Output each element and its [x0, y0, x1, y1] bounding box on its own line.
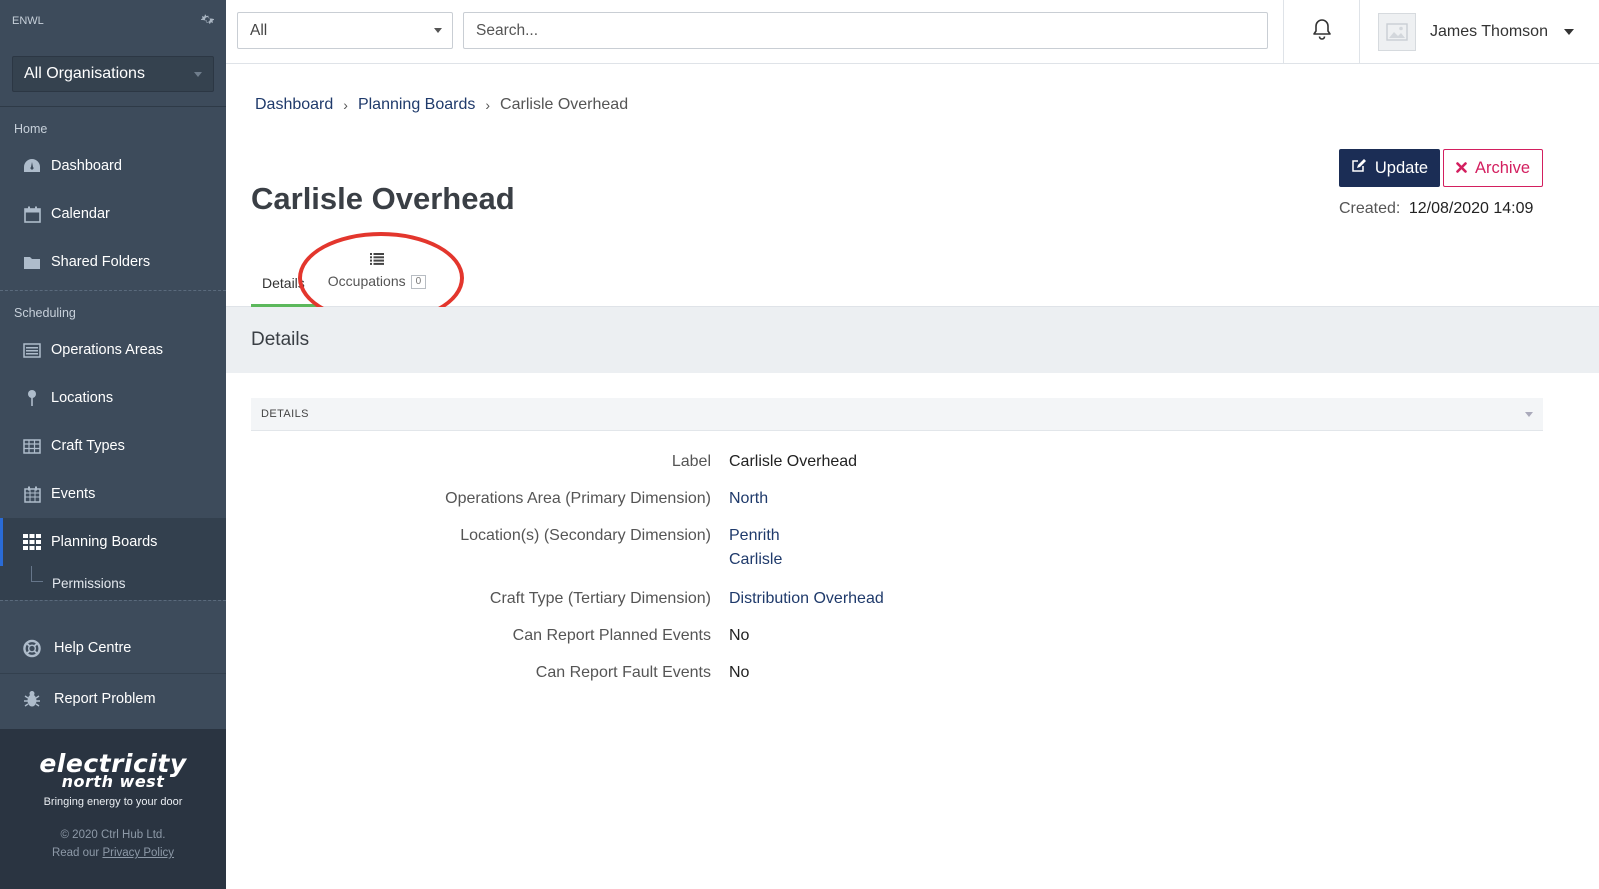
sidebar-item-label: Craft Types — [51, 438, 125, 454]
archive-button[interactable]: Archive — [1443, 149, 1543, 187]
tree-connector — [31, 566, 43, 582]
created-value: 12/08/2020 14:09 — [1408, 200, 1534, 217]
sidebar-item-label: Calendar — [51, 206, 110, 222]
bug-icon — [23, 690, 41, 708]
close-icon — [1456, 159, 1467, 178]
sidebar-item-label: Dashboard — [51, 158, 122, 174]
operations-area-link[interactable]: North — [729, 490, 768, 508]
page-title: Carlisle Overhead — [251, 181, 515, 216]
update-button[interactable]: Update — [1339, 149, 1440, 187]
sidebar-item-report-problem[interactable]: Report Problem — [0, 674, 226, 724]
detail-key: Operations Area (Primary Dimension) — [445, 490, 711, 507]
created-info: Created: 12/08/2020 14:09 — [1339, 200, 1533, 218]
sidebar-item-label: Locations — [51, 390, 114, 406]
dashboard-icon — [23, 157, 41, 175]
sidebar-footer: electricity north west Bringing energy t… — [0, 729, 226, 889]
gear-icon[interactable] — [201, 13, 214, 29]
user-name: James Thomson — [1430, 22, 1548, 40]
detail-key: Location(s) (Secondary Dimension) — [460, 527, 711, 544]
calendar-icon — [23, 205, 41, 223]
search-scope-value: All — [250, 21, 268, 39]
copyright: © 2020 Ctrl Hub Ltd. — [60, 829, 166, 841]
search-scope-select[interactable]: All — [237, 12, 453, 49]
location-link-carlisle[interactable]: Carlisle — [729, 551, 782, 569]
privacy-line: Read our Privacy Policy — [0, 844, 226, 862]
edit-icon — [1351, 158, 1367, 178]
breadcrumb-current: Carlisle Overhead — [500, 96, 629, 113]
detail-key: Label — [671, 453, 711, 470]
grid-icon — [23, 533, 41, 551]
user-menu[interactable]: James Thomson — [1361, 0, 1599, 63]
created-label: Created: — [1339, 200, 1401, 217]
section-home: Home — [14, 122, 48, 136]
enwl-logo: electricity north west — [0, 751, 226, 790]
sidebar-item-locations[interactable]: Locations — [0, 374, 226, 422]
copyright-text: © 2020 Ctrl Hub Ltd. Read our Privacy Po… — [0, 826, 226, 862]
search-placeholder: Search... — [476, 21, 539, 39]
chevron-down-icon — [434, 28, 442, 33]
sidebar-item-dashboard[interactable]: Dashboard — [0, 142, 226, 190]
sidebar-item-shared-folders[interactable]: Shared Folders — [0, 238, 226, 286]
archive-label: Archive — [1474, 158, 1531, 177]
chevron-down-icon — [1525, 411, 1533, 417]
sidebar-item-label: Shared Folders — [51, 254, 151, 270]
detail-key: Craft Type (Tertiary Dimension) — [489, 590, 711, 607]
chevron-down-icon — [1563, 28, 1574, 35]
sidebar-item-craft-types[interactable]: Craft Types — [0, 422, 226, 470]
sidebar-item-label: Help Centre — [54, 640, 132, 656]
lifebuoy-icon — [23, 639, 41, 657]
details-section-toggle[interactable]: DETAILS — [251, 398, 1543, 431]
chevron-right-icon: › — [343, 97, 348, 113]
sidebar-item-label: Events — [51, 486, 96, 502]
calendar-grid-icon — [23, 485, 41, 503]
top-bar: All Search... James Thomson — [226, 0, 1599, 64]
logo-line-2: north west — [61, 772, 165, 791]
detail-value: Carlisle Overhead — [729, 453, 858, 470]
detail-value: No — [729, 627, 750, 644]
organisation-select[interactable]: All Organisations — [12, 56, 214, 92]
sidebar-item-events[interactable]: Events — [0, 470, 226, 518]
sidebar-item-label: Planning Boards — [51, 534, 158, 550]
update-label: Update — [1374, 158, 1429, 177]
sidebar: ENWL All Organisations Home Dashboard Ca… — [0, 0, 226, 889]
organisation-select-value: All Organisations — [24, 65, 145, 82]
section-scheduling: Scheduling — [14, 306, 76, 320]
section-title: DETAILS — [261, 408, 309, 420]
privacy-policy-link[interactable]: Privacy Policy — [102, 847, 174, 859]
detail-value: No — [729, 664, 750, 681]
sidebar-item-help-centre[interactable]: Help Centre — [0, 623, 226, 673]
search-input[interactable]: Search... — [463, 12, 1268, 49]
table-icon — [23, 437, 41, 455]
panel-heading: Details — [226, 307, 1599, 373]
detail-key: Can Report Planned Events — [512, 627, 711, 644]
brand-label: ENWL — [12, 15, 44, 27]
bell-icon — [1312, 18, 1332, 45]
pin-icon — [23, 389, 41, 407]
detail-key: Can Report Fault Events — [535, 664, 711, 681]
sidebar-item-label: Report Problem — [54, 691, 156, 707]
notifications-button[interactable] — [1283, 0, 1360, 63]
location-link-penrith[interactable]: Penrith — [729, 527, 780, 545]
avatar — [1378, 12, 1416, 51]
privacy-prefix: Read our — [51, 847, 100, 859]
sidebar-subitem-permissions[interactable]: Permissions — [0, 566, 226, 600]
chevron-down-icon — [194, 71, 202, 77]
list-box-icon — [23, 341, 41, 359]
sidebar-item-label: Operations Areas — [51, 342, 164, 358]
breadcrumb-dashboard[interactable]: Dashboard — [255, 96, 333, 114]
folder-icon — [23, 253, 41, 271]
sidebar-item-planning-boards[interactable]: Planning Boards — [0, 518, 226, 566]
breadcrumb: Dashboard › Planning Boards › Carlisle O… — [255, 96, 628, 114]
sidebar-item-calendar[interactable]: Calendar — [0, 190, 226, 238]
craft-type-link[interactable]: Distribution Overhead — [729, 590, 884, 608]
sidebar-header: ENWL — [0, 0, 226, 42]
sidebar-item-label: Permissions — [52, 575, 126, 591]
chevron-right-icon: › — [485, 97, 491, 113]
sidebar-item-operations-areas[interactable]: Operations Areas — [0, 326, 226, 374]
logo-tagline: Bringing energy to your door — [43, 796, 183, 808]
breadcrumb-planning-boards[interactable]: Planning Boards — [358, 96, 475, 114]
